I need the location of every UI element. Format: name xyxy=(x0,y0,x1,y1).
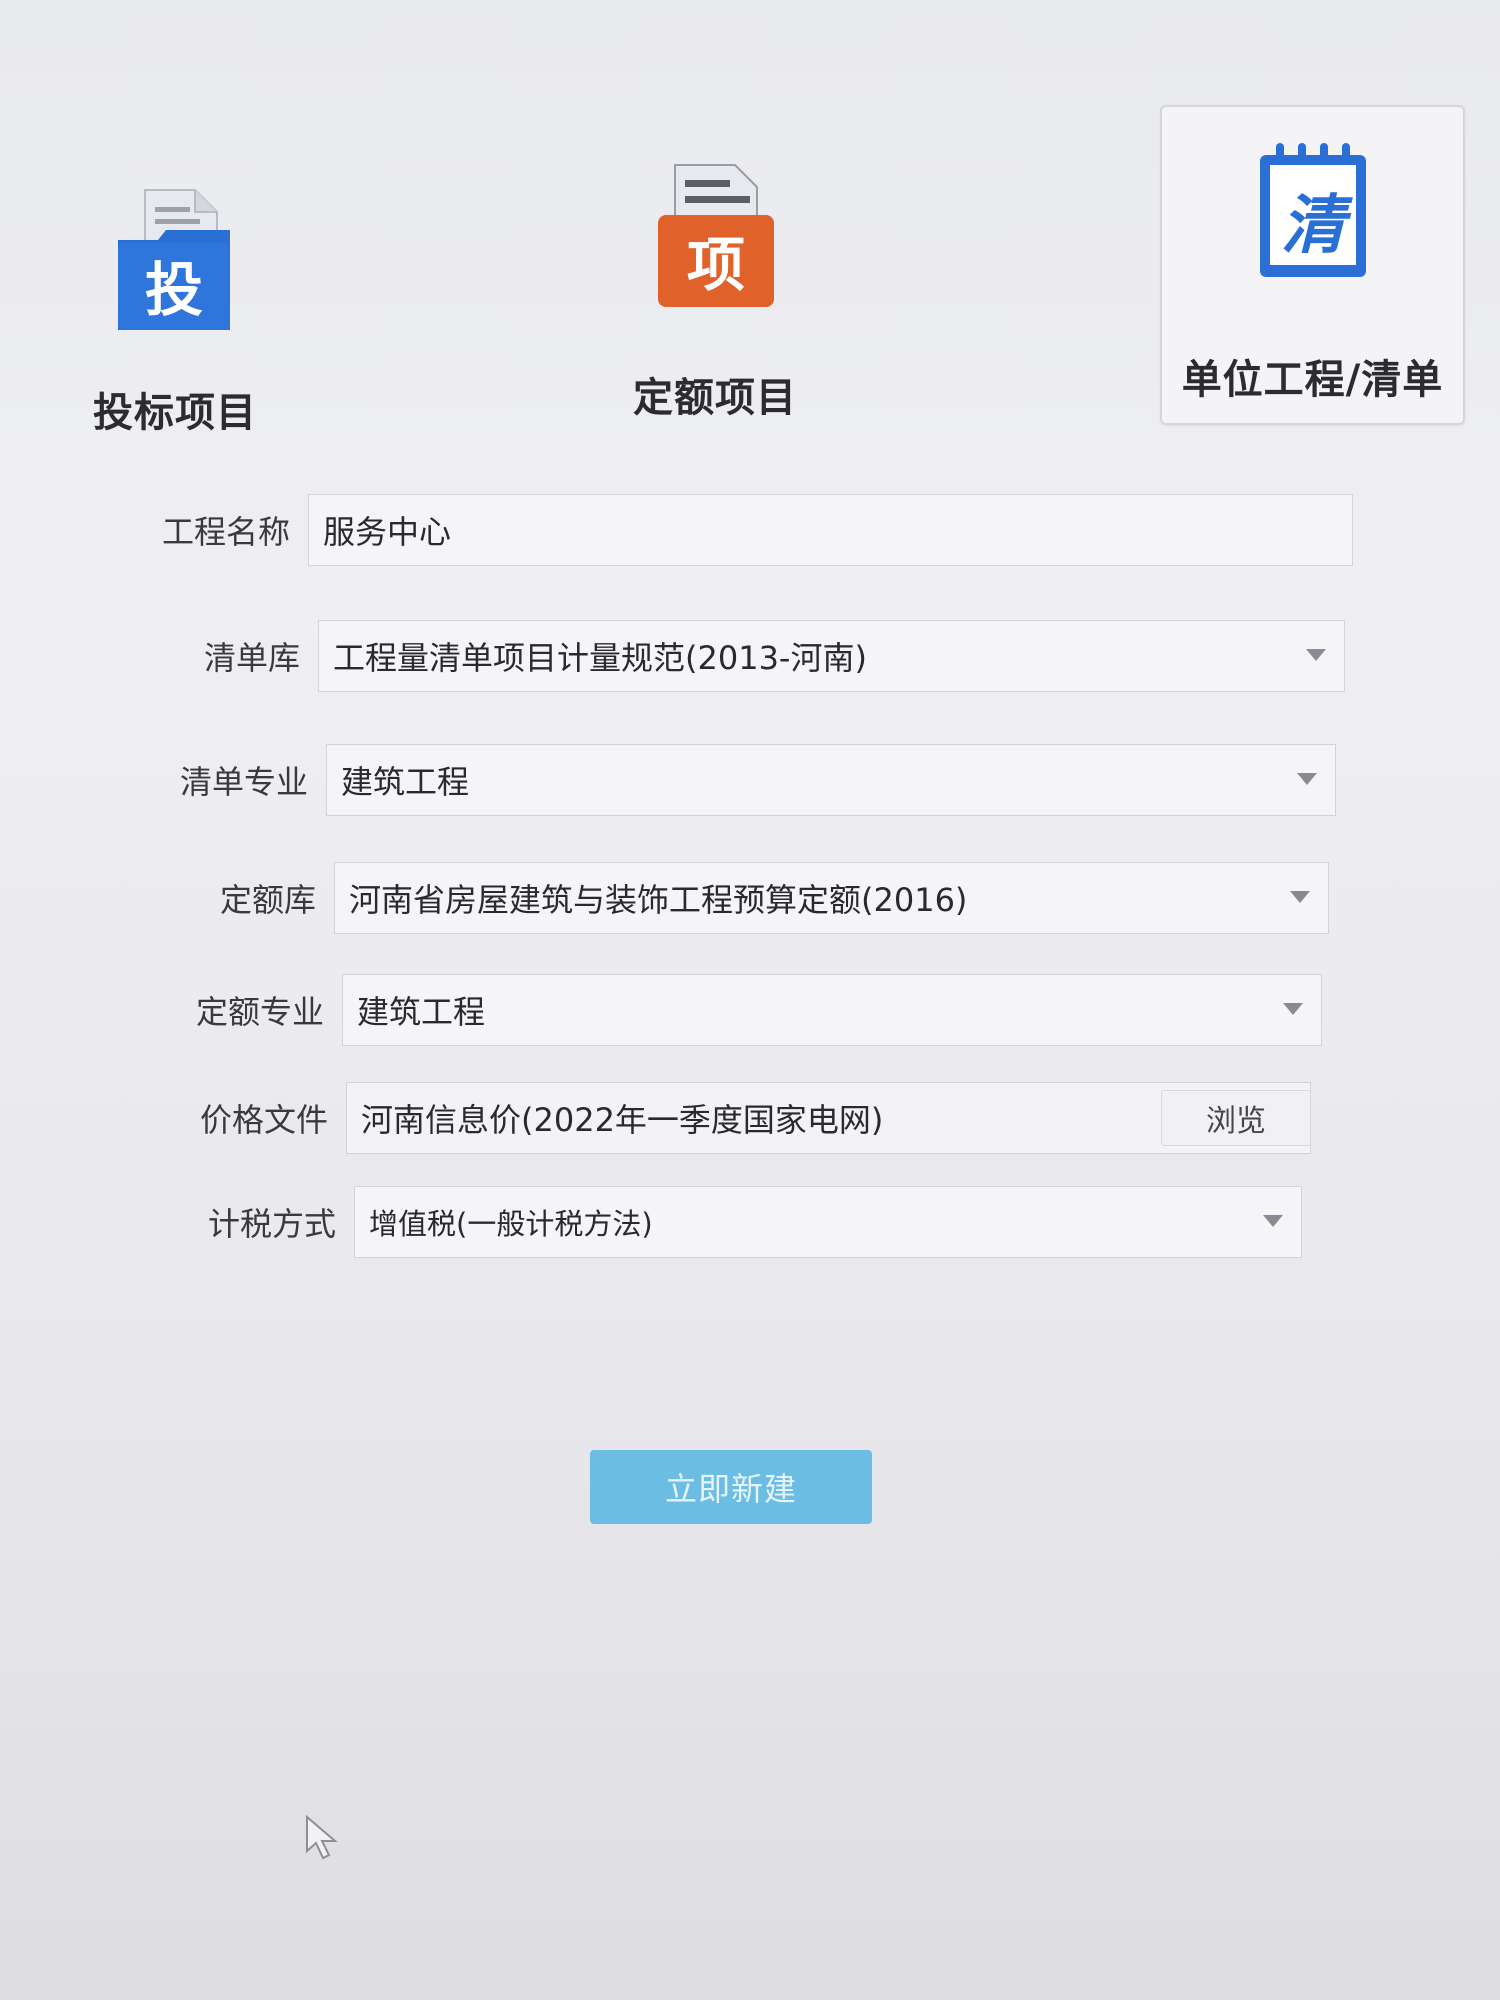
bill-specialty-select[interactable]: 建筑工程 xyxy=(326,744,1336,816)
tab-unit-bill[interactable]: 清 单位工程/清单 xyxy=(1160,105,1465,425)
row-tax-method: 计税方式 增值税(一般计税方法) xyxy=(208,1186,1302,1258)
bid-folder-icon: 投 xyxy=(110,185,240,335)
chevron-down-icon xyxy=(1283,1003,1303,1015)
bill-library-label: 清单库 xyxy=(203,639,300,677)
mouse-pointer-icon xyxy=(305,1814,339,1865)
quota-library-value: 河南省房屋建筑与装饰工程预算定额(2016) xyxy=(349,881,968,919)
project-name-value: 服务中心 xyxy=(323,513,452,551)
tab-label: 定额项目 xyxy=(633,375,797,421)
bill-library-value: 工程量清单项目计量规范(2013-河南) xyxy=(333,639,867,677)
project-name-input[interactable]: 服务中心 xyxy=(308,494,1353,566)
bill-notebook-icon: 清 xyxy=(1248,137,1378,287)
quota-folder-icon: 项 xyxy=(650,160,780,310)
price-file-label: 价格文件 xyxy=(199,1101,328,1139)
browse-button[interactable]: 浏览 xyxy=(1161,1090,1311,1146)
bill-specialty-label: 清单专业 xyxy=(179,763,308,801)
row-project-name: 工程名称 服务中心 xyxy=(162,494,1353,566)
quota-library-select[interactable]: 河南省房屋建筑与装饰工程预算定额(2016) xyxy=(334,862,1329,934)
chevron-down-icon xyxy=(1290,891,1310,903)
project-name-label: 工程名称 xyxy=(161,513,290,551)
chevron-down-icon xyxy=(1263,1215,1283,1227)
quota-specialty-label: 定额专业 xyxy=(195,993,324,1031)
row-quota-library: 定额库 河南省房屋建筑与装饰工程预算定额(2016) xyxy=(220,862,1329,934)
svg-text:清: 清 xyxy=(1281,189,1353,263)
row-price-file: 价格文件 河南信息价(2022年一季度国家电网) 浏览 xyxy=(200,1082,1311,1154)
row-bill-library: 清单库 工程量清单项目计量规范(2013-河南) xyxy=(204,620,1345,692)
price-file-value: 河南信息价(2022年一季度国家电网) xyxy=(361,1101,884,1139)
create-now-button[interactable]: 立即新建 xyxy=(590,1450,872,1524)
tab-label: 投标项目 xyxy=(93,390,257,436)
tab-quota-project[interactable]: 项 定额项目 xyxy=(560,110,870,430)
quota-specialty-select[interactable]: 建筑工程 xyxy=(342,974,1322,1046)
chevron-down-icon xyxy=(1306,649,1326,661)
chevron-down-icon xyxy=(1297,773,1317,785)
tab-bid-project[interactable]: 投 投标项目 xyxy=(20,110,330,436)
bill-library-select[interactable]: 工程量清单项目计量规范(2013-河南) xyxy=(318,620,1345,692)
new-project-page: 投 投标项目 项 定额项目 清 单位工程/清单 工程名称 服务中心 清单库 工程… xyxy=(0,0,1500,2000)
quota-specialty-value: 建筑工程 xyxy=(357,993,486,1031)
tab-label: 单位工程/清单 xyxy=(1181,357,1444,403)
tax-method-label: 计税方式 xyxy=(207,1205,336,1243)
svg-text:项: 项 xyxy=(687,231,745,299)
row-bill-specialty: 清单专业 建筑工程 xyxy=(180,744,1336,816)
svg-text:投: 投 xyxy=(145,256,203,324)
tax-method-value: 增值税(一般计税方法) xyxy=(369,1207,653,1241)
quota-library-label: 定额库 xyxy=(219,881,316,919)
tax-method-select[interactable]: 增值税(一般计税方法) xyxy=(354,1186,1302,1258)
row-quota-specialty: 定额专业 建筑工程 xyxy=(196,974,1322,1046)
bill-specialty-value: 建筑工程 xyxy=(341,763,470,801)
